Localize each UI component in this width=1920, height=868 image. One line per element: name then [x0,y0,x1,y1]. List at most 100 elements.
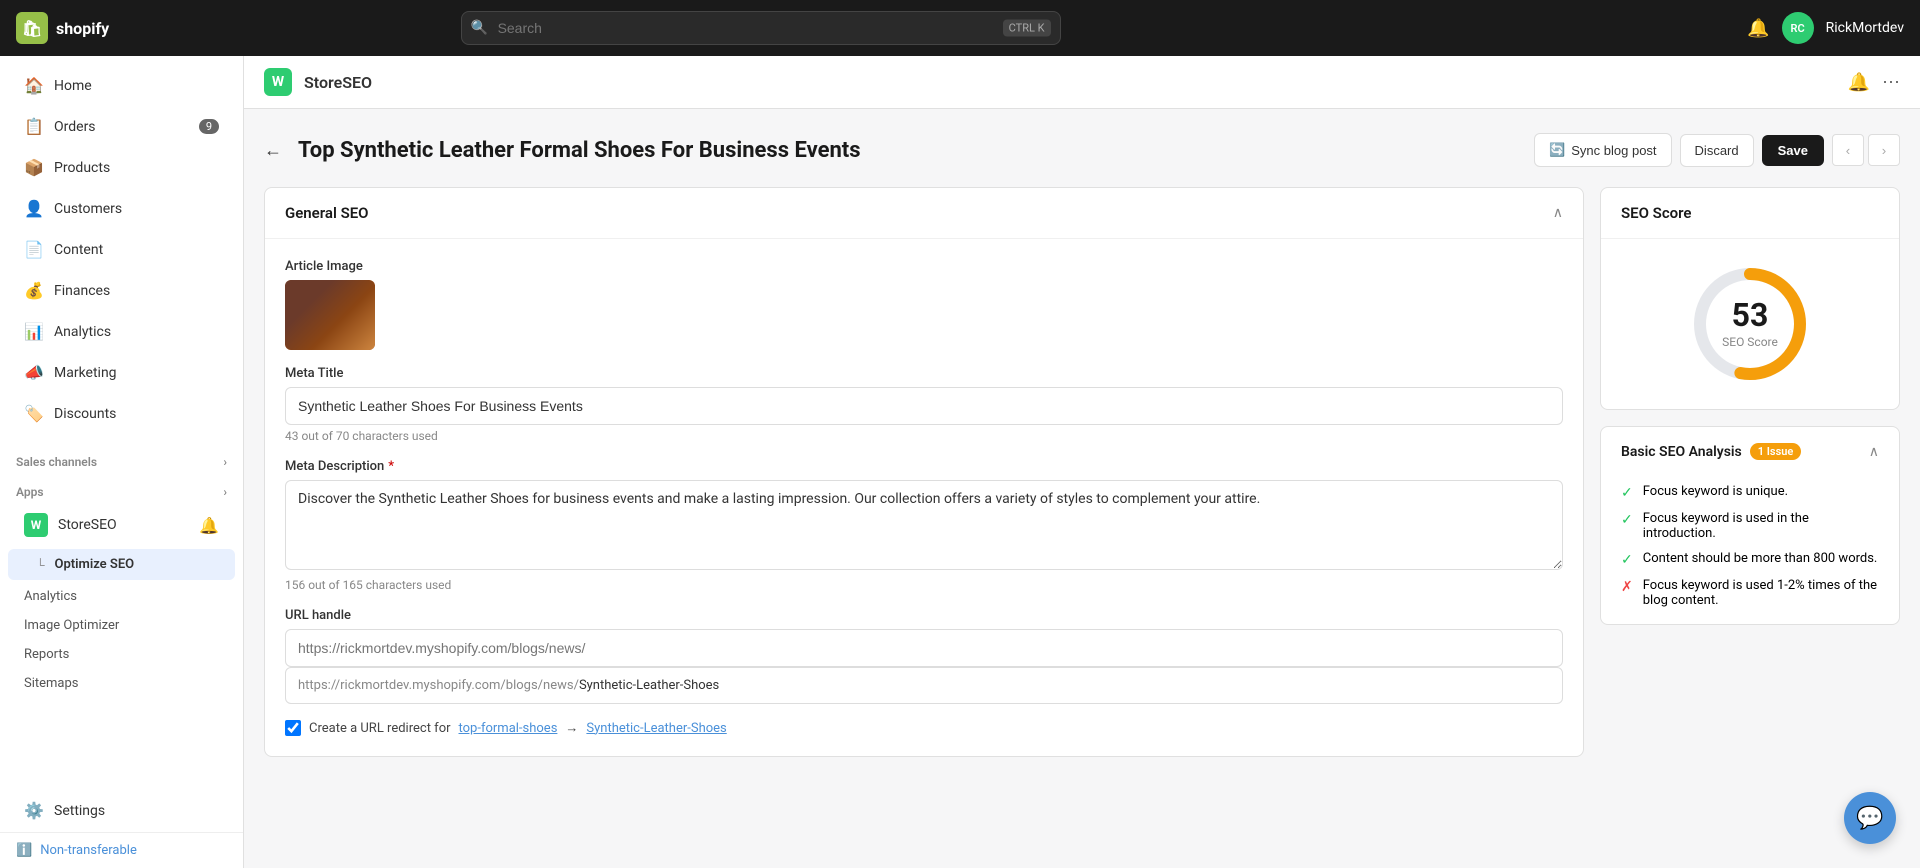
sidebar-item-settings[interactable]: ⚙️ Settings [8,791,235,830]
analysis-text-1: Focus keyword is used in the introductio… [1643,511,1879,541]
meta-title-label: Meta Title [285,366,1563,381]
sidebar-item-content[interactable]: 📄 Content [8,230,235,269]
sidebar-sub-analytics[interactable]: Analytics [8,583,235,610]
sidebar-item-label-analytics: Analytics [54,324,111,340]
page-content: ← Top Synthetic Leather Formal Shoes For… [244,109,1920,868]
check-icon-1: ✓ [1621,512,1633,528]
shopify-logo-text: shopify [56,19,109,38]
analysis-items: ✓ Focus keyword is unique. ✓ Focus keywo… [1601,476,1899,624]
discard-button[interactable]: Discard [1680,134,1754,167]
seo-score-container: 53 SEO Score [1601,239,1899,409]
sidebar-sub-sitemaps[interactable]: Sitemaps [8,670,235,697]
products-icon: 📦 [24,158,44,177]
sidebar-item-discounts[interactable]: 🏷️ Discounts [8,394,235,433]
prev-arrow-button[interactable]: ‹ [1832,134,1864,166]
save-button[interactable]: Save [1762,135,1824,166]
customers-icon: 👤 [24,199,44,218]
search-shortcut: CTRL K [1003,20,1051,37]
two-column-layout: General SEO ∧ Article Image [264,187,1900,757]
sync-blog-post-button[interactable]: 🔄 Sync blog post [1534,133,1671,167]
meta-title-input[interactable] [285,387,1563,425]
top-bar: 🛍 shopify 🔍 CTRL K 🔔 RC RickMortdev [0,0,1920,56]
check-icon-2: ✓ [1621,552,1633,568]
seo-score-label: SEO Score [1722,335,1778,349]
search-input[interactable] [461,11,1061,45]
marketing-icon: 📣 [24,363,44,382]
nav-arrows: ‹ › [1832,134,1900,166]
x-icon-3: ✗ [1621,579,1633,595]
back-arrow-icon[interactable]: ← [264,140,282,161]
sidebar-item-label-content: Content [54,242,103,258]
analysis-item-0: ✓ Focus keyword is unique. [1621,484,1879,501]
app-more-icon[interactable]: ⋯ [1882,72,1900,93]
sidebar-sub-reports[interactable]: Reports [8,641,235,668]
article-image-field: Article Image [285,259,1563,350]
sales-channels-expand-icon[interactable]: › [223,455,227,469]
content-icon: 📄 [24,240,44,259]
article-image-label: Article Image [285,259,1563,274]
url-redirect-label: Create a URL redirect for [309,721,451,736]
sidebar-item-analytics[interactable]: 📊 Analytics [8,312,235,351]
notification-bell-icon[interactable]: 🔔 [1747,18,1769,39]
sidebar-item-label-customers: Customers [54,201,122,217]
general-seo-card-header: General SEO ∧ [265,188,1583,239]
apps-section: Apps › [0,473,243,503]
sidebar-item-finances[interactable]: 💰 Finances [8,271,235,310]
left-column: General SEO ∧ Article Image [264,187,1584,757]
required-star: * [388,459,394,474]
shopify-logo: 🛍 shopify [16,12,109,44]
url-handle-label: URL handle [285,608,1563,623]
finances-icon: 💰 [24,281,44,300]
sidebar-item-customers[interactable]: 👤 Customers [8,189,235,228]
check-icon-0: ✓ [1621,485,1633,501]
meta-title-hint: 43 out of 70 characters used [285,429,1563,443]
issue-badge: 1 Issue [1750,443,1802,460]
sidebar-item-products[interactable]: 📦 Products [8,148,235,187]
search-bar[interactable]: 🔍 CTRL K [461,11,1061,45]
non-transferable-label: ℹ️ Non-transferable [0,832,243,868]
basic-seo-analysis-card: Basic SEO Analysis 1 Issue ∧ ✓ Focus key… [1600,426,1900,625]
basic-seo-collapse-icon[interactable]: ∧ [1869,444,1879,460]
sidebar-item-orders[interactable]: 📋 Orders 9 [8,107,235,146]
basic-seo-analysis-header: Basic SEO Analysis 1 Issue ∧ [1601,427,1899,476]
app-header: W StoreSEO 🔔 ⋯ [244,56,1920,109]
analysis-item-1: ✓ Focus keyword is used in the introduct… [1621,511,1879,541]
url-redirect-link2[interactable]: Synthetic-Leather-Shoes [586,721,726,736]
url-handle-input[interactable] [285,629,1563,667]
app-bell-icon[interactable]: 🔔 [1848,72,1870,93]
settings-label: Settings [54,803,105,819]
article-image[interactable] [285,280,375,350]
url-redirect-row: Create a URL redirect for top-formal-sho… [285,720,1563,736]
home-icon: 🏠 [24,76,44,95]
meta-title-field: Meta Title 43 out of 70 characters used [285,366,1563,443]
url-handle-value: Synthetic-Leather-Shoes [579,678,719,693]
orders-icon: 📋 [24,117,44,136]
page-header: ← Top Synthetic Leather Formal Shoes For… [264,133,1900,167]
sidebar-item-label-orders: Orders [54,119,96,135]
analysis-item-2: ✓ Content should be more than 800 words. [1621,551,1879,568]
sidebar-item-label-products: Products [54,160,110,176]
seo-score-number: 53 [1722,299,1778,331]
sidebar: 🏠 Home 📋 Orders 9 📦 Products 👤 Customers… [0,56,244,868]
general-seo-collapse-icon[interactable]: ∧ [1553,205,1563,221]
seo-score-donut: 53 SEO Score [1685,259,1815,389]
url-redirect-checkbox[interactable] [285,720,301,736]
sidebar-sub-image-optimizer[interactable]: Image Optimizer [8,612,235,639]
sidebar-item-home[interactable]: 🏠 Home [8,66,235,105]
apps-expand-icon[interactable]: › [223,485,227,499]
chat-button[interactable]: 💬 [1844,792,1896,844]
analysis-text-3: Focus keyword is used 1-2% times of the … [1643,578,1879,608]
url-redirect-link1[interactable]: top-formal-shoes [459,721,558,736]
seo-score-title: SEO Score [1621,204,1691,222]
settings-icon: ⚙️ [24,801,44,820]
sidebar-item-label-marketing: Marketing [54,365,117,381]
page-title: Top Synthetic Leather Formal Shoes For B… [298,138,1518,163]
sidebar-item-marketing[interactable]: 📣 Marketing [8,353,235,392]
meta-description-textarea[interactable]: Discover the Synthetic Leather Shoes for… [285,480,1563,570]
storeseo-bell-icon[interactable]: 🔔 [199,516,219,535]
next-arrow-button[interactable]: › [1868,134,1900,166]
sidebar-item-optimize-seo[interactable]: └ Optimize SEO [8,549,235,580]
content-area: W StoreSEO 🔔 ⋯ ← Top Synthetic Leather F… [244,56,1920,868]
url-handle-field: URL handle https://rickmortdev.myshopify… [285,608,1563,704]
sidebar-item-storeseo[interactable]: W StoreSEO 🔔 [8,505,235,545]
